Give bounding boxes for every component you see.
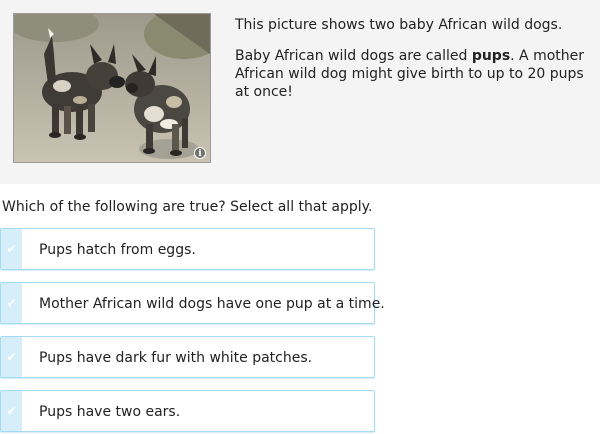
answer-choice-2[interactable]: ✔ Mother African wild dogs have one pup … bbox=[0, 282, 385, 324]
checkmark-icon: ✔ bbox=[6, 350, 17, 364]
answer-choice-3[interactable]: ✔ Pups have dark fur with white patches. bbox=[0, 336, 375, 378]
choice-check-tab: ✔ bbox=[1, 391, 22, 431]
answer-choice-1[interactable]: ✔ Pups hatch from eggs. bbox=[0, 228, 375, 270]
choice-label: Mother African wild dogs have one pup at… bbox=[39, 296, 385, 312]
checkmark-icon: ✔ bbox=[6, 404, 17, 418]
answer-choice-4[interactable]: ✔ Pups have two ears. bbox=[0, 390, 375, 432]
choice-check-tab: ✔ bbox=[1, 229, 22, 269]
photo-illustration bbox=[14, 14, 210, 162]
passage-line-2-start: Baby African wild dogs are called bbox=[235, 48, 472, 64]
choice-check-tab: ✔ bbox=[1, 337, 22, 377]
choice-label: Pups have dark fur with white patches. bbox=[39, 350, 313, 366]
choice-label: Pups have two ears. bbox=[39, 404, 181, 420]
choice-label: Pups hatch from eggs. bbox=[39, 242, 196, 258]
vocab-word-pups: pups bbox=[471, 48, 511, 64]
info-panel: i This picture shows two baby African wi… bbox=[0, 0, 600, 184]
info-icon[interactable]: i bbox=[194, 147, 206, 159]
passage-line-1: This picture shows two baby African wild… bbox=[235, 17, 563, 33]
checkmark-icon: ✔ bbox=[6, 296, 17, 310]
choice-check-tab: ✔ bbox=[1, 283, 22, 323]
wild-dog-pups-photo: i bbox=[13, 13, 211, 163]
passage: This picture shows two baby African wild… bbox=[235, 16, 585, 114]
question-prompt: Which of the following are true? Select … bbox=[2, 199, 373, 215]
passage-line-2: Baby African wild dogs are called pups. … bbox=[235, 47, 585, 101]
checkmark-icon: ✔ bbox=[6, 242, 17, 256]
